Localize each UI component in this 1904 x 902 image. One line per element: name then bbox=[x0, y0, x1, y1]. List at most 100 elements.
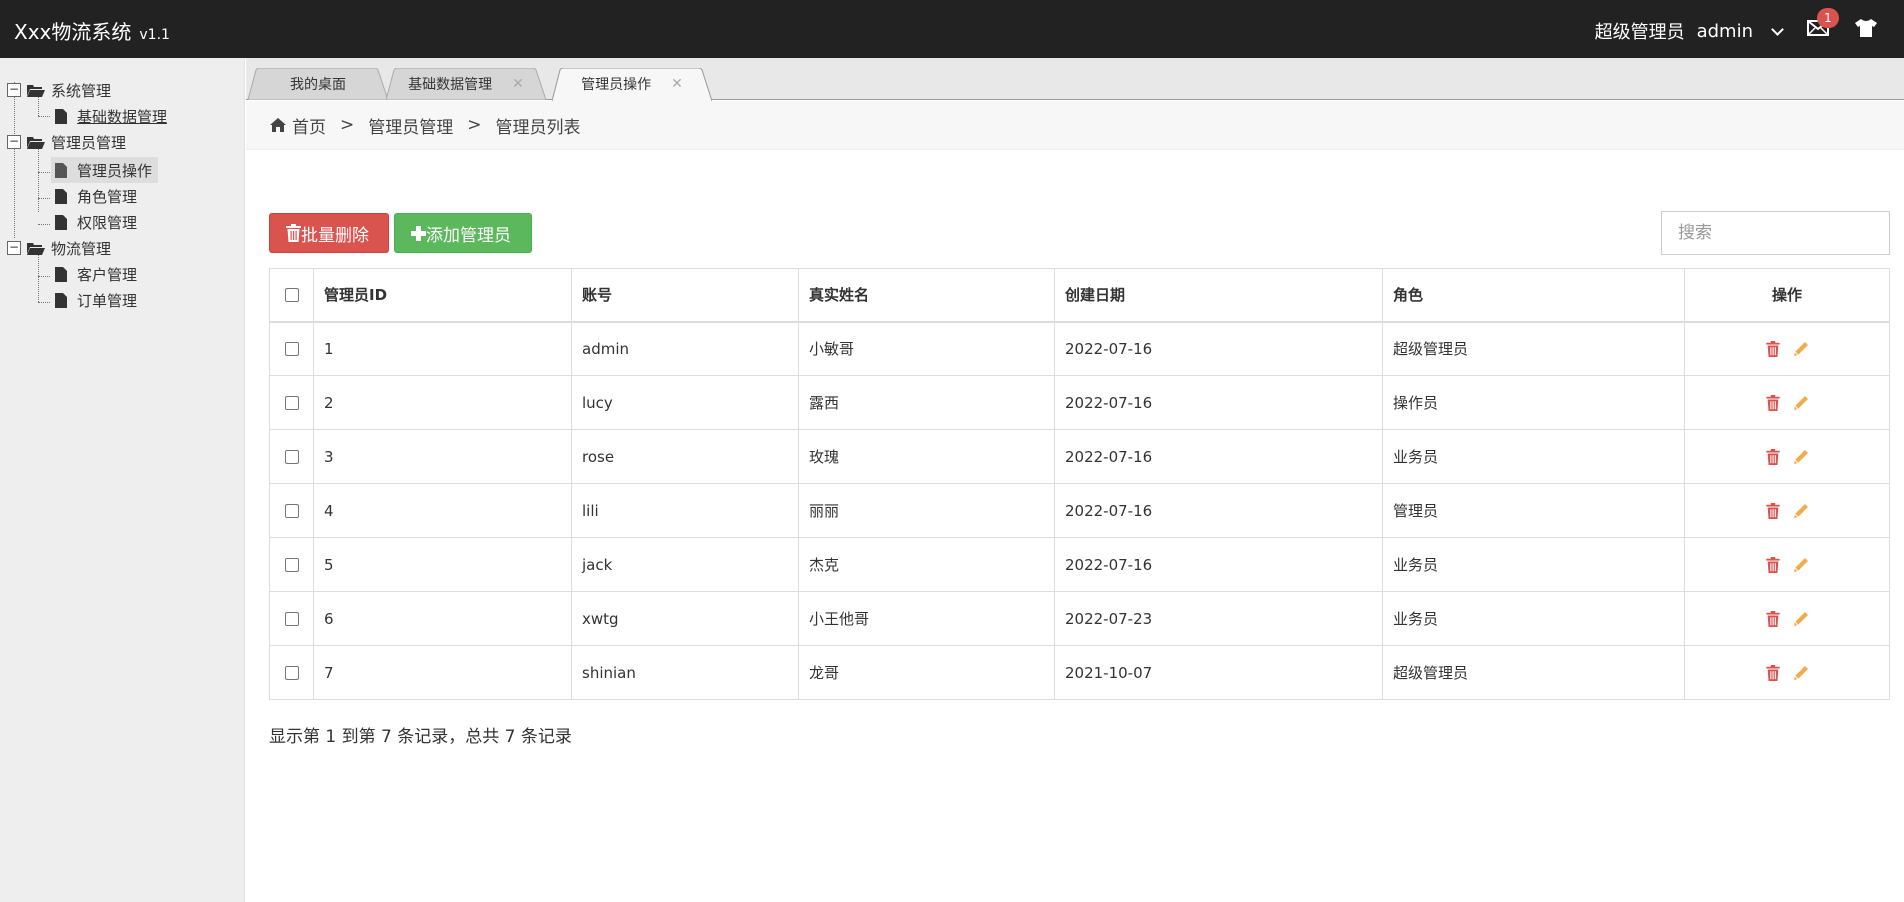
cell-account: xwtg bbox=[571, 591, 799, 646]
row-checkbox[interactable] bbox=[284, 504, 299, 518]
header-account: 账号 bbox=[571, 268, 799, 323]
pencil-icon[interactable] bbox=[1793, 449, 1809, 465]
row-checkbox[interactable] bbox=[284, 342, 299, 357]
table-row: 7 shinian 龙哥 2021-10-07 超级管理员 bbox=[269, 645, 1890, 700]
cell-role: 操作员 bbox=[1382, 375, 1685, 430]
sidebar-item-basic-data[interactable]: 基础数据管理 bbox=[55, 104, 167, 128]
tab-desktop[interactable]: 我的桌面 bbox=[248, 68, 388, 100]
trash-icon[interactable] bbox=[1765, 665, 1781, 681]
collapse-icon[interactable]: − bbox=[7, 135, 21, 149]
tree-line bbox=[38, 172, 50, 173]
close-icon[interactable]: ✕ bbox=[671, 76, 683, 92]
tab-admin-ops[interactable]: 管理员操作 ✕ bbox=[552, 68, 712, 101]
table-row: 2 lucy 露西 2022-07-16 操作员 bbox=[269, 375, 1890, 430]
cell-id: 7 bbox=[313, 645, 572, 700]
user-role: 超级管理员 bbox=[1594, 22, 1685, 43]
cell-date: 2022-07-16 bbox=[1054, 429, 1383, 484]
row-checkbox[interactable] bbox=[284, 558, 299, 572]
app-brand[interactable]: Xxx物流系统 v1.1 bbox=[14, 16, 170, 45]
header-name: 真实姓名 bbox=[798, 268, 1055, 323]
pencil-icon[interactable] bbox=[1793, 503, 1809, 519]
pencil-icon[interactable] bbox=[1793, 341, 1809, 357]
sidebar-group-logistics[interactable]: − 物流管理 bbox=[7, 236, 111, 260]
table-header-row: 管理员ID 账号 真实姓名 创建日期 角色 操作 bbox=[269, 268, 1890, 323]
mail-count-badge: 1 bbox=[1817, 8, 1839, 28]
row-checkbox[interactable] bbox=[284, 612, 299, 626]
pencil-icon[interactable] bbox=[1793, 611, 1809, 627]
cell-date: 2022-07-16 bbox=[1054, 537, 1383, 592]
collapse-icon[interactable]: − bbox=[7, 241, 21, 255]
tab-basic-data[interactable]: 基础数据管理 ✕ bbox=[386, 68, 546, 100]
trash-icon[interactable] bbox=[1765, 611, 1781, 627]
pencil-icon[interactable] bbox=[1793, 665, 1809, 681]
row-checkbox[interactable] bbox=[284, 450, 299, 464]
row-select-cell bbox=[269, 429, 314, 484]
cell-account: rose bbox=[571, 429, 799, 484]
cell-actions bbox=[1684, 591, 1890, 646]
sidebar-item-roles[interactable]: 角色管理 bbox=[55, 184, 137, 208]
cell-id: 2 bbox=[313, 375, 572, 430]
cell-id: 3 bbox=[313, 429, 572, 484]
sidebar-item-permissions[interactable]: 权限管理 bbox=[55, 210, 137, 234]
tree-line bbox=[38, 224, 50, 225]
breadcrumb-level1[interactable]: 管理员管理 bbox=[368, 113, 453, 138]
cell-actions bbox=[1684, 537, 1890, 592]
cell-actions bbox=[1684, 321, 1890, 376]
row-checkbox[interactable] bbox=[284, 396, 299, 410]
cell-id: 1 bbox=[313, 321, 572, 376]
cell-id: 6 bbox=[313, 591, 572, 646]
trash-icon[interactable] bbox=[1765, 341, 1781, 358]
cell-role: 业务员 bbox=[1382, 429, 1685, 484]
batch-delete-button[interactable]: 批量删除 bbox=[269, 213, 389, 253]
table-row: 4 lili 丽丽 2022-07-16 管理员 bbox=[269, 483, 1890, 538]
tab-label: 我的桌面 bbox=[290, 77, 346, 93]
row-select-cell bbox=[269, 591, 314, 646]
tree-line bbox=[38, 116, 50, 117]
pencil-icon[interactable] bbox=[1793, 557, 1809, 573]
select-all-checkbox[interactable] bbox=[284, 288, 299, 303]
cell-name: 露西 bbox=[798, 375, 1055, 430]
cell-account: jack bbox=[571, 537, 799, 592]
sidebar: − 系统管理 基础数据管理 − 管理员管理 管理员操作 角色管理 权限管理 − … bbox=[0, 58, 245, 902]
pencil-icon[interactable] bbox=[1793, 395, 1809, 411]
tree-line bbox=[14, 82, 15, 238]
tab-label: 基础数据管理 bbox=[408, 77, 493, 93]
sidebar-item-customers[interactable]: 客户管理 bbox=[55, 262, 137, 286]
breadcrumb-home[interactable]: 首页 bbox=[292, 113, 326, 138]
close-icon[interactable]: ✕ bbox=[512, 76, 524, 92]
cell-name: 小王他哥 bbox=[798, 591, 1055, 646]
shirt-icon[interactable] bbox=[1854, 18, 1878, 38]
cell-date: 2022-07-16 bbox=[1054, 375, 1383, 430]
sidebar-group-label: 物流管理 bbox=[51, 239, 112, 258]
cell-actions bbox=[1684, 645, 1890, 700]
row-checkbox[interactable] bbox=[284, 666, 299, 680]
user-menu[interactable]: 超级管理员 admin bbox=[1594, 18, 1784, 44]
add-admin-button[interactable]: 添加管理员 bbox=[394, 213, 532, 253]
select-all-cell bbox=[269, 268, 314, 323]
cell-name: 丽丽 bbox=[798, 483, 1055, 538]
sidebar-group-admin[interactable]: − 管理员管理 bbox=[7, 130, 126, 154]
header-date: 创建日期 bbox=[1054, 268, 1383, 323]
cell-date: 2021-10-07 bbox=[1054, 645, 1383, 700]
collapse-icon[interactable]: − bbox=[7, 83, 21, 97]
row-select-cell bbox=[269, 537, 314, 592]
table-row: 1 admin 小敏哥 2022-07-16 超级管理员 bbox=[269, 321, 1890, 376]
trash-icon[interactable] bbox=[1765, 557, 1781, 573]
trash-icon[interactable] bbox=[1765, 449, 1781, 465]
header-role: 角色 bbox=[1382, 268, 1685, 323]
sidebar-item-orders[interactable]: 订单管理 bbox=[55, 288, 137, 312]
cell-name: 玫瑰 bbox=[798, 429, 1055, 484]
header-id: 管理员ID bbox=[313, 268, 572, 323]
plus-icon bbox=[411, 225, 426, 241]
admin-table: 管理员ID 账号 真实姓名 创建日期 角色 操作 1 admin 小敏哥 2022-0… bbox=[269, 268, 1890, 700]
trash-icon[interactable] bbox=[1765, 395, 1781, 411]
sidebar-item-admin-ops[interactable]: 管理员操作 bbox=[51, 157, 159, 183]
tab-label: 管理员操作 bbox=[581, 77, 652, 93]
trash-icon[interactable] bbox=[1765, 503, 1781, 519]
top-header: Xxx物流系统 v1.1 超级管理员 admin 1 bbox=[0, 0, 1904, 58]
cell-account: admin bbox=[571, 321, 799, 376]
row-select-cell bbox=[269, 483, 314, 538]
sidebar-group-system[interactable]: − 系统管理 bbox=[7, 78, 111, 102]
search-input[interactable]: 搜索 bbox=[1661, 211, 1890, 255]
sidebar-item-label: 客户管理 bbox=[77, 265, 138, 284]
